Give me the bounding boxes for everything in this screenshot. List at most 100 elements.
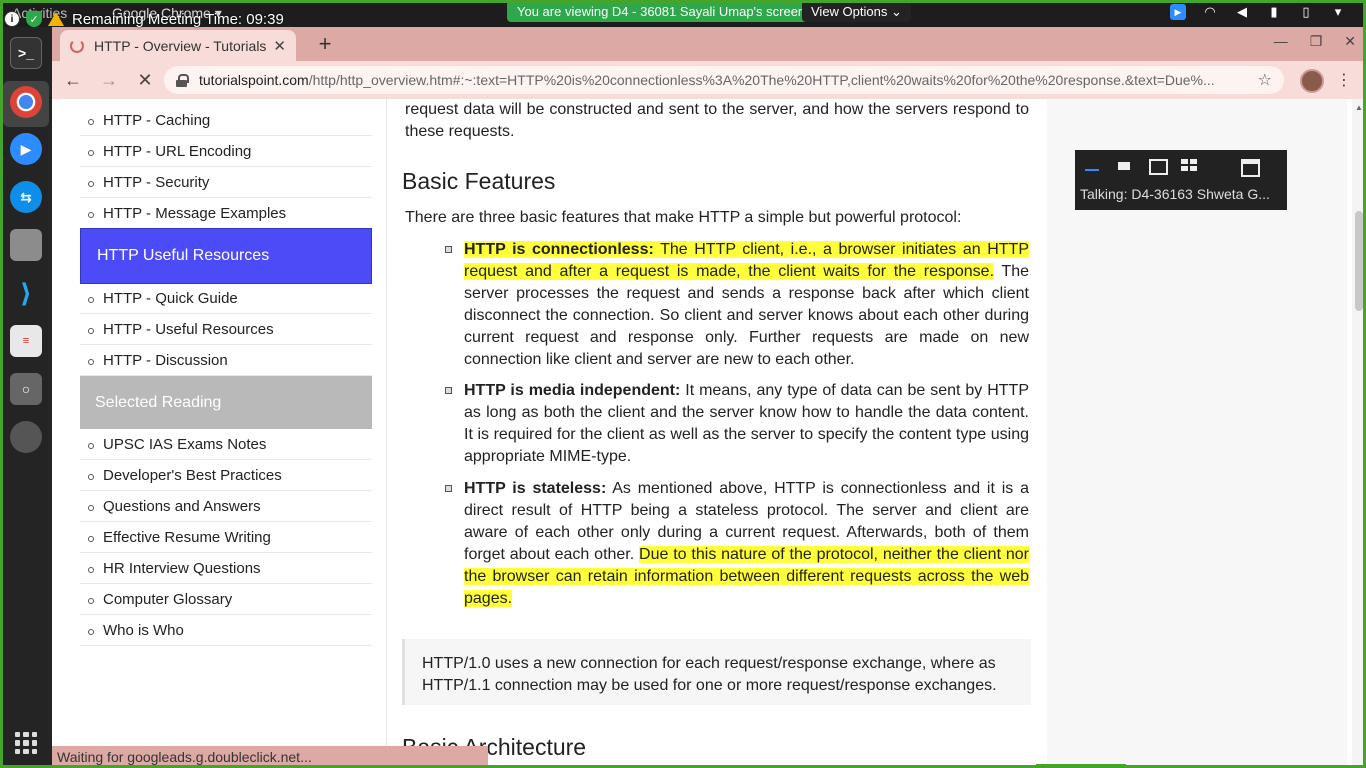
bookmark-star-icon[interactable]: ☆ xyxy=(1258,70,1272,90)
url-text: tutorialspoint.com/http/http_overview.ht… xyxy=(199,72,1215,88)
maximize-icon[interactable]: ❐ xyxy=(1310,33,1323,50)
dock: >_ ▶ ⇆ ⟩ ≡ ○ xyxy=(0,27,52,768)
chrome-menu-icon[interactable]: ⋮ xyxy=(1336,70,1352,90)
files-icon[interactable] xyxy=(10,229,42,261)
minimize-icon[interactable]: — xyxy=(1274,33,1288,50)
sidebar-item-who-is-who[interactable]: Who is Who xyxy=(80,615,372,646)
sidebar: HTTP - Caching HTTP - URL Encoding HTTP … xyxy=(80,99,372,768)
new-tab-button[interactable]: + xyxy=(312,31,338,57)
page-scrollbar[interactable]: ▲ xyxy=(1352,99,1366,768)
disk-icon[interactable] xyxy=(10,421,42,453)
zoom-tray-icon[interactable]: ▶ xyxy=(1170,4,1186,20)
share-indicator-line xyxy=(1036,764,1126,768)
sidebar-item-upsc[interactable]: UPSC IAS Exams Notes xyxy=(80,429,372,460)
sidebar-item-glossary[interactable]: Computer Glossary xyxy=(80,584,372,615)
zoom-view-controls xyxy=(1075,150,1287,180)
forward-button[interactable]: → xyxy=(94,65,124,95)
sidebar-item-caching[interactable]: HTTP - Caching xyxy=(80,105,372,136)
bullet-icon xyxy=(88,536,94,542)
bullet-square-icon xyxy=(445,485,452,492)
meeting-timer: i ✓ Remaining Meeting Time: 09:39 xyxy=(4,8,284,30)
exit-minimized-icon[interactable] xyxy=(1241,159,1260,177)
note-box: HTTP/1.0 uses a new connection for each … xyxy=(402,639,1031,705)
intro-paragraph: There are three basic features that make… xyxy=(405,209,962,226)
system-tray: ▶ ◠ ◀ ▮ ▯ ▾ xyxy=(1170,4,1346,20)
loading-status: Waiting for googleads.g.doubleclick.net.… xyxy=(52,746,488,768)
power-menu-icon[interactable]: ▾ xyxy=(1330,4,1346,20)
sidebar-item-useful-resources[interactable]: HTTP - Useful Resources xyxy=(80,314,372,345)
sidebar-item-message-examples[interactable]: HTTP - Message Examples xyxy=(80,198,372,229)
bullet-icon xyxy=(88,505,94,511)
tab-strip: HTTP - Overview - Tutorials ✕ + — ❐ ✕ xyxy=(52,27,1366,61)
bullet-icon xyxy=(88,598,94,604)
sidebar-item-quick-guide[interactable]: HTTP - Quick Guide xyxy=(80,283,372,314)
zoom-video-widget: Talking: D4-36163 Shweta G... xyxy=(1075,150,1287,210)
bullet-icon xyxy=(88,150,94,156)
sidebar-item-best-practices[interactable]: Developer's Best Practices xyxy=(80,460,372,491)
bullet-icon xyxy=(88,181,94,187)
feature-stateless: HTTP is stateless: As mentioned above, H… xyxy=(445,478,1029,610)
back-button[interactable]: ← xyxy=(58,65,88,95)
address-bar[interactable]: tutorialspoint.com/http/http_overview.ht… xyxy=(164,66,1284,94)
teamviewer-icon[interactable]: ⇆ xyxy=(10,181,42,213)
warning-icon xyxy=(48,12,64,26)
sidebar-item-security[interactable]: HTTP - Security xyxy=(80,167,372,198)
view-options-button[interactable]: View Options ⌄ xyxy=(802,0,911,22)
talking-indicator: Talking: D4-36163 Shweta G... xyxy=(1080,186,1270,202)
scrollbar-thumb[interactable] xyxy=(1355,211,1363,311)
info-icon[interactable]: i xyxy=(4,11,20,27)
selected-reading-heading: Selected Reading xyxy=(80,376,372,429)
bullet-icon xyxy=(88,297,94,303)
browser-toolbar: ← → ✕ tutorialspoint.com/http/http_overv… xyxy=(52,61,1366,99)
loading-spinner-icon xyxy=(70,38,84,53)
bullet-square-icon xyxy=(445,246,452,253)
volume-icon[interactable]: ◀ xyxy=(1234,4,1250,20)
shield-icon: ✓ xyxy=(26,11,42,27)
minimize-video-icon[interactable] xyxy=(1085,159,1101,171)
wifi-icon[interactable]: ◠ xyxy=(1202,4,1218,20)
sidebar-item-resume[interactable]: Effective Resume Writing xyxy=(80,522,372,553)
tab-title: HTTP - Overview - Tutorials xyxy=(94,37,267,54)
lock-icon[interactable] xyxy=(176,73,189,87)
close-window-icon[interactable]: ✕ xyxy=(1344,33,1356,50)
screen-share-banner: You are viewing D4 - 36081 Sayali Umap's… xyxy=(507,0,816,22)
bullet-icon xyxy=(88,629,94,635)
meeting-time-text: Remaining Meeting Time: 09:39 xyxy=(72,10,284,28)
zoom-icon[interactable]: ▶ xyxy=(10,133,42,165)
vscode-icon[interactable]: ⟩ xyxy=(10,277,42,309)
bullet-icon xyxy=(88,443,94,449)
stop-loading-button[interactable]: ✕ xyxy=(130,65,160,95)
image-search-icon[interactable]: ○ xyxy=(10,373,42,405)
battery-icon[interactable]: ▯ xyxy=(1298,4,1314,20)
bullet-icon xyxy=(88,119,94,125)
gallery-view-icon[interactable] xyxy=(1181,159,1197,171)
chrome-icon[interactable] xyxy=(10,86,42,118)
microphone-icon[interactable]: ▮ xyxy=(1266,4,1282,20)
section-heading: Basic Features xyxy=(402,168,556,194)
feature-connectionless: HTTP is connectionless: The HTTP client,… xyxy=(445,239,1029,371)
terminal-icon[interactable]: >_ xyxy=(10,37,42,69)
scroll-up-icon[interactable]: ▲ xyxy=(1355,103,1363,112)
lead-paragraph: request data will be constructed and sen… xyxy=(405,101,1029,140)
bullet-icon xyxy=(88,212,94,218)
sidebar-item-qa[interactable]: Questions and Answers xyxy=(80,491,372,522)
useful-resources-heading: HTTP Useful Resources xyxy=(80,228,372,284)
document-viewer-icon[interactable]: ≡ xyxy=(10,325,42,357)
browser-tab[interactable]: HTTP - Overview - Tutorials ✕ xyxy=(60,30,296,61)
bullet-square-icon xyxy=(445,387,452,394)
sidebar-item-hr-questions[interactable]: HR Interview Questions xyxy=(80,553,372,584)
small-view-icon[interactable] xyxy=(1117,159,1133,171)
sidebar-item-discussion[interactable]: HTTP - Discussion xyxy=(80,345,372,376)
window-controls: — ❐ ✕ xyxy=(1274,33,1356,50)
bullet-icon xyxy=(88,567,94,573)
bullet-icon xyxy=(88,359,94,365)
bullet-icon xyxy=(88,474,94,480)
feature-media-independent: HTTP is media independent: It means, any… xyxy=(445,380,1029,468)
show-applications-icon[interactable] xyxy=(15,732,37,754)
bullet-icon xyxy=(88,328,94,334)
profile-avatar[interactable] xyxy=(1300,69,1324,93)
tab-close-icon[interactable]: ✕ xyxy=(273,37,286,55)
content-divider xyxy=(386,99,387,768)
medium-view-icon[interactable] xyxy=(1149,159,1168,175)
sidebar-item-url-encoding[interactable]: HTTP - URL Encoding xyxy=(80,136,372,167)
